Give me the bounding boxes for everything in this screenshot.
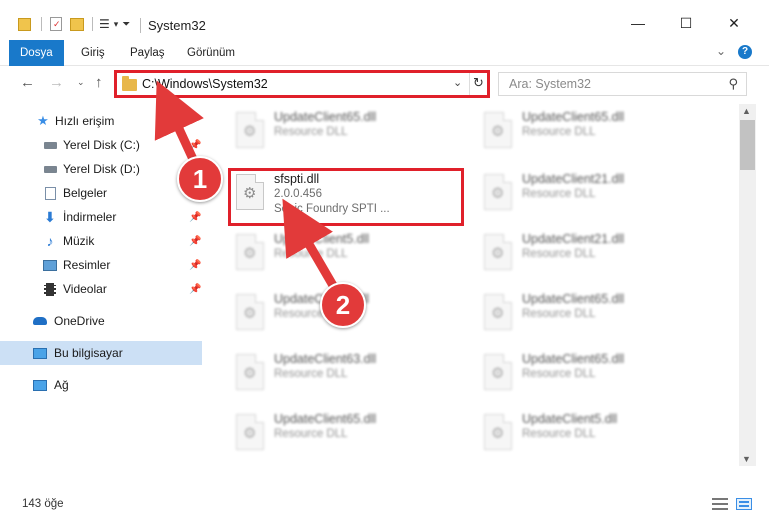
back-arrow-icon[interactable]: ← [20,74,35,91]
sidebar-item-network[interactable]: Ağ [0,373,202,397]
title-separator [140,18,141,33]
ribbon-tabs: Dosya Giriş Paylaş Görünüm ⌄ ? [0,40,769,66]
new-folder-icon[interactable] [70,17,84,31]
help-icon[interactable]: ? [738,45,752,59]
qa-dropdown-icon[interactable]: ▾ [114,19,119,30]
address-path[interactable]: C:\Windows\System32 [142,77,268,91]
search-icon[interactable]: ⚲ [728,76,738,92]
status-bar: 143 öğe [0,490,769,527]
close-button[interactable]: ✕ [711,8,757,38]
callout-badge-2: 2 [320,282,366,328]
file-list: ⚙ UpdateClient65.dll Resource DLL ⚙ sfsp… [206,104,738,484]
sidebar-item-documents[interactable]: Belgeler 📌 [0,181,202,205]
dll-file-icon: ⚙ [236,414,264,450]
pin-icon[interactable]: 📌 [189,140,201,151]
highlight-box [228,168,464,226]
sidebar-item-local-disk-d[interactable]: Yerel Disk (D:) 📌 [0,157,202,181]
minimize-button[interactable]: — [615,8,661,38]
video-icon [43,282,57,296]
up-arrow-icon[interactable]: ↑ [95,74,103,91]
search-input[interactable]: Ara: System32 [509,77,591,91]
download-icon: ⬇ [44,208,56,225]
title-bar: ✓ ☰ ▾ ⏷ System32 — ☐ ✕ [0,0,769,40]
dll-file-icon: ⚙ [236,294,264,330]
dll-file-icon: ⚙ [484,294,512,330]
address-separator [469,73,470,95]
sidebar-item-this-pc[interactable]: Bu bilgisayar [0,341,202,365]
list-item[interactable]: ⚙ UpdateClient21.dll Resource DLL [476,168,712,224]
dll-file-icon: ⚙ [484,414,512,450]
ribbon-expand-icon[interactable]: ⌄ [716,44,726,58]
qa-more-icon[interactable]: ⏷ [122,19,130,30]
item-count: 143 öğe [22,498,64,510]
dll-file-icon: ⚙ [484,354,512,390]
cloud-icon [33,314,47,328]
pin-icon[interactable]: 📌 [189,260,201,271]
tab-giris[interactable]: Giriş [70,40,116,66]
sidebar-item-local-disk-c[interactable]: Yerel Disk (C:) 📌 [0,133,202,157]
dll-file-icon: ⚙ [236,112,264,148]
tiles-view-icon[interactable] [736,498,752,510]
sidebar-item-quick-access[interactable]: ★ Hızlı erişim [0,109,202,133]
drive-icon [43,138,57,152]
dll-file-icon: ⚙ [484,174,512,210]
navigation-pane: ★ Hızlı erişim Yerel Disk (C:) 📌 Yerel D… [0,104,206,484]
sidebar-item-videos[interactable]: Videolar 📌 [0,277,202,301]
list-item[interactable]: ⚙ UpdateClient65.dll Resource DLL [228,106,464,162]
dll-file-icon: ⚙ [236,234,264,270]
scroll-thumb[interactable] [740,120,755,170]
search-box[interactable]: Ara: System32 ⚲ [498,72,747,96]
list-item[interactable]: ⚙ UpdateClient65.dll Resource DLL [228,408,464,464]
list-item[interactable]: ⚙ UpdateClient5.dll Resource DLL [228,228,464,284]
pin-icon[interactable]: 📌 [189,236,201,247]
pin-icon[interactable]: 📌 [189,212,201,223]
folder-icon[interactable] [18,17,31,31]
music-icon: ♪ [46,233,54,249]
customize-icon[interactable]: ☰ [99,17,110,31]
maximize-button[interactable]: ☐ [663,8,709,38]
scroll-down-icon[interactable]: ▼ [742,454,751,464]
pictures-icon [43,258,57,272]
refresh-icon[interactable]: ↻ [473,75,484,91]
documents-icon [43,186,57,200]
tab-paylas[interactable]: Paylaş [119,40,176,66]
quick-access-toolbar: ✓ ☰ ▾ ⏷ [18,14,130,34]
window-title: System32 [148,18,206,33]
list-item[interactable]: ⚙ UpdateClient65.dll Resource DLL [476,106,712,162]
sidebar-item-downloads[interactable]: ⬇ İndirmeler 📌 [0,205,202,229]
dll-file-icon: ⚙ [484,112,512,148]
callout-badge-1: 1 [177,156,223,202]
vertical-scrollbar[interactable]: ▲ ▼ [739,104,756,466]
list-item[interactable]: ⚙ UpdateClient65.dll Resource DLL [476,288,712,344]
computer-icon [33,346,47,360]
separator [92,17,93,31]
list-item[interactable]: ⚙ UpdateClient65.dll Resource DLL [476,348,712,404]
list-item[interactable]: ⚙ UpdateClient5.dll Resource DLL [476,408,712,464]
sidebar-item-pictures[interactable]: Resimler 📌 [0,253,202,277]
address-bar[interactable]: C:\Windows\System32 ⌄ ↻ [114,70,490,98]
address-dropdown-icon[interactable]: ⌄ [453,76,462,89]
sidebar-item-onedrive[interactable]: OneDrive [0,309,202,333]
network-icon [33,378,47,392]
tab-gorunum[interactable]: Görünüm [176,40,246,66]
list-item[interactable]: ⚙ UpdateClient63.dll Resource DLL [228,348,464,404]
details-view-icon[interactable] [712,498,728,510]
star-icon: ★ [37,113,49,128]
properties-icon[interactable]: ✓ [50,17,62,31]
forward-arrow-icon[interactable]: → [49,74,64,91]
drive-icon [43,162,57,176]
recent-locations-icon[interactable]: ⌄ [77,77,85,88]
pin-icon[interactable]: 📌 [189,284,201,295]
list-item[interactable]: ⚙ UpdateClient21.dll Resource DLL [476,228,712,284]
scroll-up-icon[interactable]: ▲ [742,106,751,116]
dll-file-icon: ⚙ [484,234,512,270]
folder-icon [122,76,137,91]
tab-dosya[interactable]: Dosya [9,40,64,66]
separator [41,17,42,31]
dll-file-icon: ⚙ [236,354,264,390]
sidebar-item-music[interactable]: ♪ Müzik 📌 [0,229,202,253]
